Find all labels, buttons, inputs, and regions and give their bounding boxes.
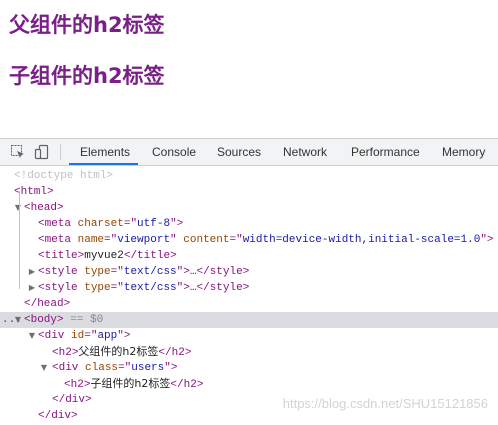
dom-node-body-selected[interactable]: ... ▼ <body> == $0: [0, 312, 498, 328]
dom-node-meta-viewport[interactable]: <meta name="viewport" content="width=dev…: [0, 232, 498, 248]
style2-text: <style type="text/css">…</style>: [38, 282, 250, 294]
div-users-text: <div class="users">: [52, 362, 178, 374]
body-text: <body> == $0: [24, 314, 104, 326]
inspect-element-icon[interactable]: [10, 144, 26, 160]
active-tab-indicator: [69, 163, 138, 165]
devtools-toolbar: Elements Console Sources Network Perform…: [0, 139, 498, 166]
tab-console[interactable]: Console: [152, 139, 196, 165]
tab-memory[interactable]: Memory: [442, 139, 485, 165]
dom-node-head-close[interactable]: </head>: [0, 296, 498, 312]
collapse-triangle-icon[interactable]: ▼: [14, 200, 22, 216]
device-toolbar-icon[interactable]: [34, 144, 50, 160]
tab-performance[interactable]: Performance: [351, 139, 420, 165]
watermark: https://blog.csdn.net/SHU15121856: [282, 396, 488, 411]
dom-node-style-1[interactable]: ▶ <style type="text/css">…</style>: [0, 264, 498, 280]
toolbar-separator: [60, 144, 61, 160]
devtools-panel: Elements Console Sources Network Perform…: [0, 138, 498, 425]
tab-network[interactable]: Network: [283, 139, 327, 165]
dom-node-h2-parent[interactable]: <h2>父组件的h2标签</h2>: [0, 344, 498, 360]
expand-triangle-icon[interactable]: ▶: [28, 264, 36, 280]
div-close-tag: </div>: [38, 410, 78, 422]
tab-elements[interactable]: Elements: [80, 139, 130, 165]
dom-node-doctype[interactable]: <!doctype html>: [0, 168, 498, 184]
elements-tree: <!doctype html> <html> ▼ <head> <meta ch…: [0, 166, 498, 425]
h2-child-text: <h2>子组件的h2标签</h2>: [64, 377, 204, 391]
doctype-text: <!doctype html>: [14, 170, 114, 182]
title-text: <title>myvue2</title>: [38, 250, 177, 262]
h2-parent-text: <h2>父组件的h2标签</h2>: [52, 345, 192, 359]
collapse-triangle-icon[interactable]: ▼: [14, 312, 22, 328]
expand-triangle-icon[interactable]: ▶: [28, 280, 36, 296]
tree-guide-line: [19, 191, 20, 289]
head-tag: <head>: [24, 202, 64, 214]
rendered-page: 父组件的h2标签 子组件的h2标签: [0, 0, 498, 138]
style1-text: <style type="text/css">…</style>: [38, 266, 250, 278]
dom-node-style-2[interactable]: ▶ <style type="text/css">…</style>: [0, 280, 498, 296]
div-app-text: <div id="app">: [38, 330, 131, 342]
meta-viewport-text: <meta name="viewport" content="width=dev…: [38, 234, 494, 246]
tab-sources[interactable]: Sources: [217, 139, 261, 165]
dom-node-html[interactable]: <html>: [0, 184, 498, 200]
div-close-tag: </div>: [52, 394, 92, 406]
collapse-triangle-icon[interactable]: ▼: [28, 328, 36, 344]
dom-node-head[interactable]: ▼ <head>: [0, 200, 498, 216]
parent-h2-heading: 父组件的h2标签: [9, 13, 165, 37]
dom-node-div-app[interactable]: ▼ <div id="app">: [0, 328, 498, 344]
dom-node-h2-child[interactable]: <h2>子组件的h2标签</h2>: [0, 376, 498, 392]
collapse-triangle-icon[interactable]: ▼: [40, 360, 48, 376]
head-close-tag: </head>: [24, 298, 71, 310]
child-h2-heading: 子组件的h2标签: [9, 64, 165, 88]
dom-node-meta-charset[interactable]: <meta charset="utf-8">: [0, 216, 498, 232]
dom-node-div-users[interactable]: ▼ <div class="users">: [0, 360, 498, 376]
meta-charset-text: <meta charset="utf-8">: [38, 218, 184, 230]
dom-node-title[interactable]: <title>myvue2</title>: [0, 248, 498, 264]
